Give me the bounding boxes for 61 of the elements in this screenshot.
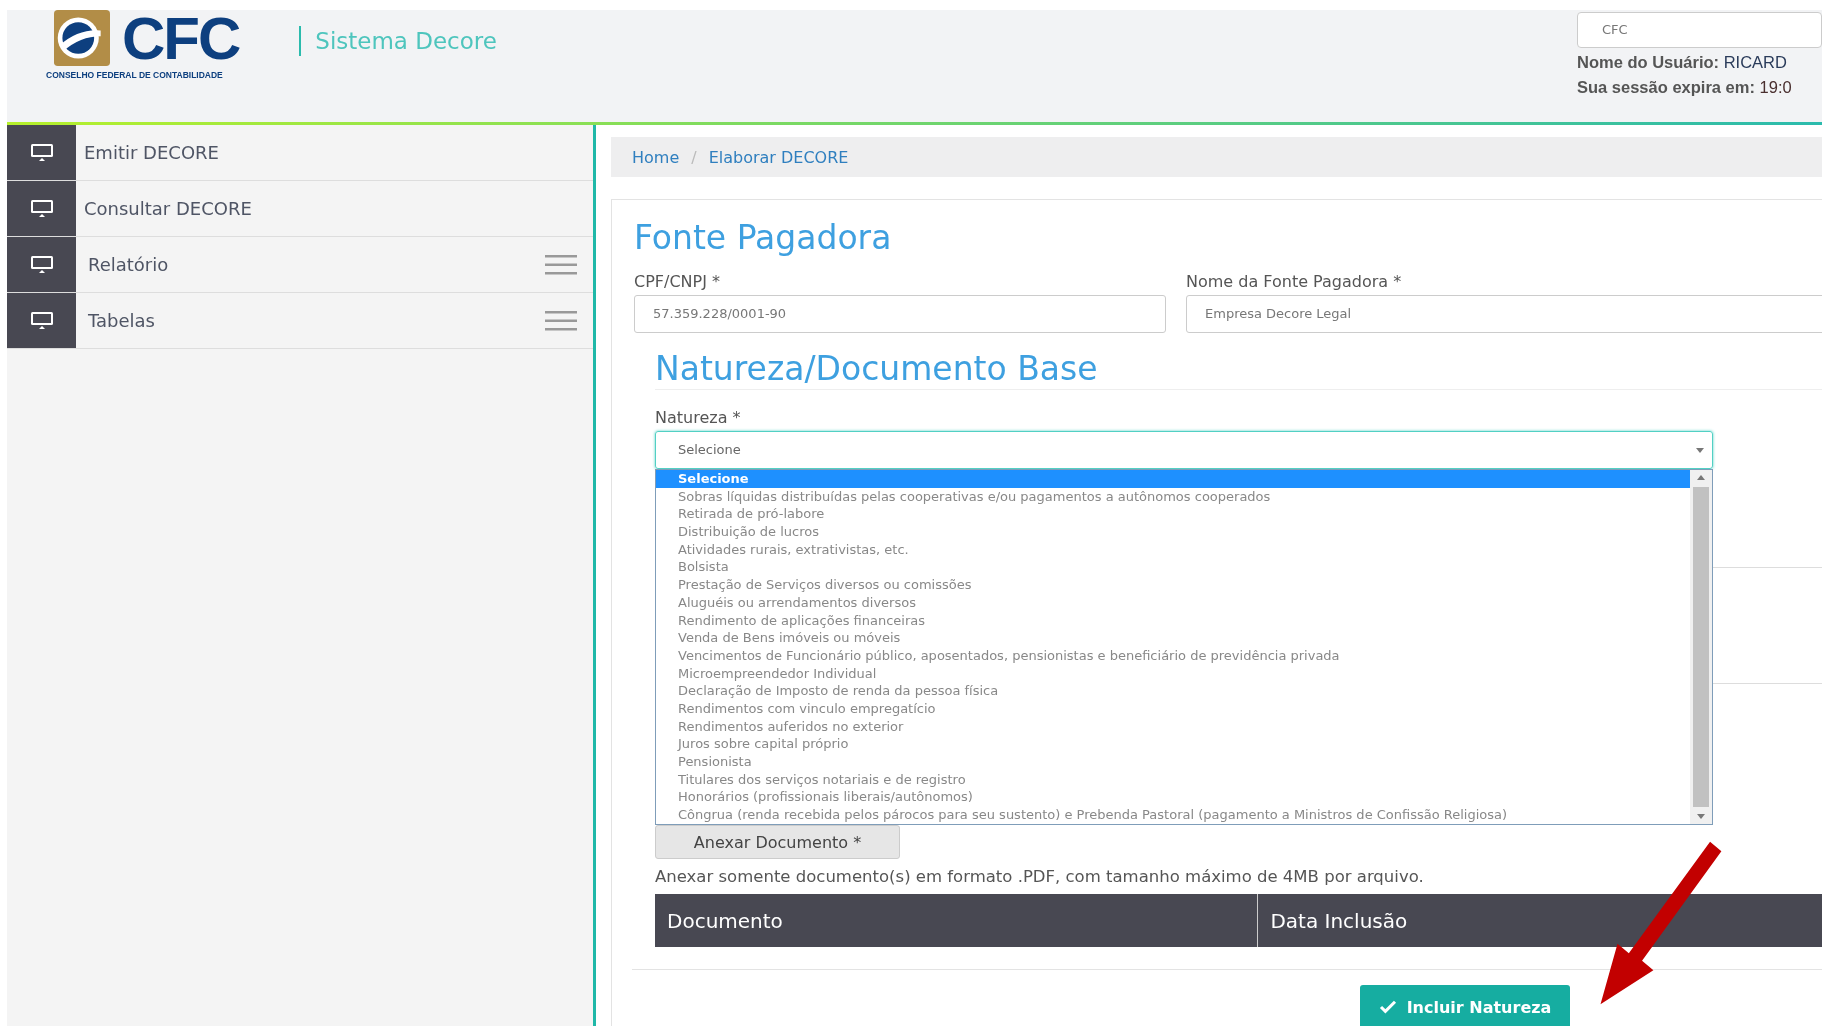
system-name: Sistema Decore	[299, 26, 497, 56]
dropdown-option[interactable]: Honorários (profissionais liberais/autônomos)	[656, 788, 1690, 807]
sidebar-label: Consultar DECORE	[84, 198, 253, 219]
breadcrumb-separator: /	[691, 147, 697, 167]
dropdown-option[interactable]: Aluguéis ou arrendamentos diversos	[656, 593, 1690, 612]
dropdown-option[interactable]: Rendimentos auferidos no exterior	[656, 717, 1690, 736]
cpf-field[interactable]: 57.359.228/0001-90	[634, 295, 1166, 333]
table-header-cell-text: Data Inclusão	[1269, 907, 1409, 935]
sidebar-item[interactable]: Emitir DECORE	[7, 125, 593, 181]
check-icon	[1378, 1000, 1397, 1014]
monitor-icon	[28, 142, 55, 163]
payer-name-field[interactable]: Empresa Decore Legal	[1186, 295, 1822, 333]
monitor-icon	[28, 254, 55, 275]
sidebar-item[interactable]: Tabelas	[7, 293, 593, 349]
user-name: RICARD	[1723, 53, 1787, 71]
dropdown-option[interactable]: Prestação de Serviços diversos ou comissões	[656, 576, 1690, 594]
caret-icon	[1696, 448, 1704, 453]
include-natureza-button[interactable]: Incluir Natureza	[1360, 985, 1570, 1026]
dropdown-option[interactable]: Sobras líquidas distribuídas pelas cooperativas e/ou pagamentos a autônomos cooperados	[656, 487, 1690, 506]
hamburger-icon[interactable]	[543, 310, 579, 331]
sidebar-item[interactable]: Consultar DECORE	[7, 181, 593, 237]
organization-select[interactable]: CFC	[1577, 12, 1822, 48]
natureza-select[interactable]: Selecione	[655, 431, 1713, 469]
user-label: Nome do Usuário:	[1577, 53, 1720, 71]
dropdown-option[interactable]: Distribuição de lucros	[656, 523, 1690, 541]
sidebar-label: Emitir DECORE	[84, 142, 220, 163]
dropdown-option[interactable]: Declaração de Imposto de renda da pessoa física	[656, 682, 1690, 700]
dropdown-option[interactable]: Vencimentos de Funcionário público, aposentados, pensionistas e beneficiário de previdência privada	[656, 646, 1690, 665]
dropdown-option[interactable]: Bolsista	[656, 558, 1690, 577]
monitor-icon	[28, 198, 55, 219]
field-label: Nome da Fonte Pagadora *	[1186, 272, 1403, 291]
session-time: 19:0	[1759, 78, 1792, 96]
scrollbar[interactable]	[1690, 470, 1712, 824]
attach-hint: Anexar somente documento(s) em formato .PDF, com tamanho máximo de 4MB por arquivo.	[655, 867, 1425, 886]
sidebar-item[interactable]: Relatório	[7, 237, 593, 293]
hamburger-icon[interactable]	[543, 254, 579, 275]
dropdown-option[interactable]: Retirada de pró-labore	[656, 505, 1690, 524]
sidebar-label: Relatório	[88, 254, 170, 275]
dropdown-option[interactable]: Titulares dos serviços notariais e de registro	[656, 770, 1690, 789]
dropdown-option[interactable]: Microempreendedor Individual	[656, 664, 1690, 683]
section-title: Fonte Pagadora	[634, 218, 893, 258]
dropdown-option[interactable]: Juros sobre capital próprio	[656, 735, 1690, 753]
field-label: Natureza *	[655, 408, 741, 427]
dropdown-option[interactable]: Côngrua (renda recebida pelos párocos para seu sustento) e Prebenda Pastoral (pagamento a Ministros de Confissão Religiosa)	[656, 806, 1690, 824]
logo-caption: CONSELHO FEDERAL DE CONTABILIDADE	[46, 70, 224, 80]
attach-document-button[interactable]: Anexar Documento *	[655, 825, 900, 859]
dropdown-option[interactable]: Pensionista	[656, 753, 1690, 771]
breadcrumb-link[interactable]: Elaborar DECORE	[708, 147, 849, 167]
section-title: Natureza/Documento Base	[655, 349, 1822, 390]
logo-wordmark: CFC	[122, 10, 240, 68]
dropdown-option[interactable]: Venda de Bens imóveis ou móveis	[656, 629, 1690, 647]
field-label: CPF/CNPJ *	[634, 272, 721, 291]
monitor-icon	[28, 310, 55, 331]
session-label: Sua sessão expira em:	[1577, 78, 1755, 96]
dropdown-option[interactable]: Selecione	[656, 470, 1690, 488]
dropdown-option[interactable]: Rendimento de aplicações financeiras	[656, 611, 1690, 630]
dropdown-option[interactable]: Rendimentos com vinculo empregatício	[656, 699, 1690, 718]
table-header-cell: Documento	[655, 894, 1259, 947]
breadcrumb-link[interactable]: Home	[632, 147, 680, 167]
sidebar-label: Tabelas	[88, 310, 156, 331]
dropdown-option[interactable]: Atividades rurais, extrativistas, etc.	[656, 540, 1690, 559]
